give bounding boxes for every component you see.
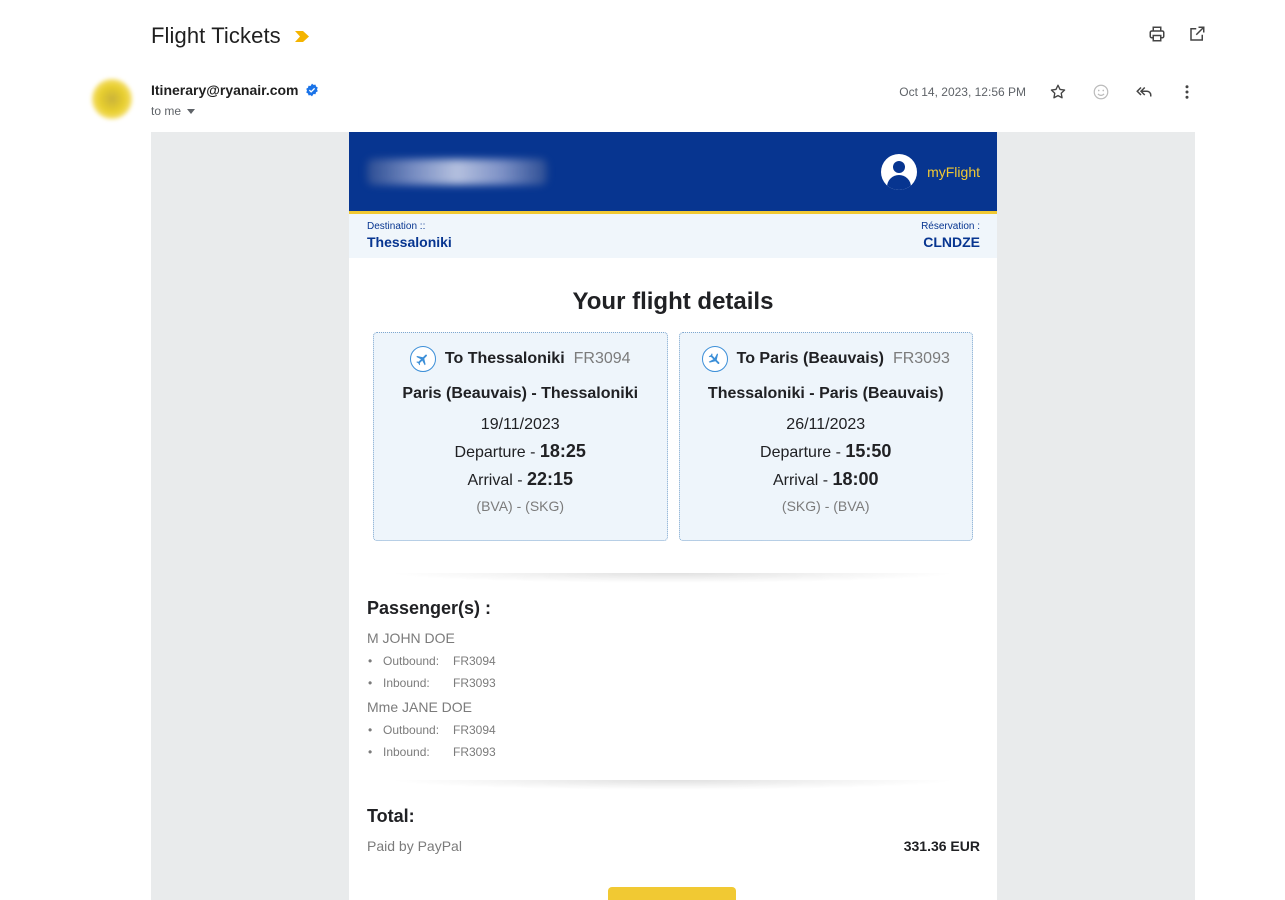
- ryanair-logo: [367, 158, 547, 185]
- message-date: Oct 14, 2023, 12:56 PM: [899, 85, 1026, 99]
- ryanair-email-card: myFlight Destination :: Thessaloniki Rés…: [349, 132, 997, 900]
- recipient-details[interactable]: to me: [151, 104, 319, 118]
- sender-block: Itinerary@ryanair.com to me: [151, 82, 319, 118]
- passenger-segment: • Inbound: FR3093: [368, 676, 496, 690]
- reservation-code: CLNDZE: [923, 234, 980, 250]
- email-subject: Flight Tickets: [151, 23, 281, 48]
- message-meta: Oct 14, 2023, 12:56 PM: [899, 80, 1197, 104]
- section-divider: [388, 573, 958, 583]
- airport-codes: (SKG) - (BVA): [781, 498, 870, 514]
- flight-destination: To Paris (Beauvais): [736, 350, 884, 367]
- sender-avatar[interactable]: [92, 79, 132, 119]
- passengers-section: Passenger(s) : M JOHN DOE • Outbound: FR30…: [349, 598, 997, 759]
- segment-flight: FR3093: [453, 745, 496, 759]
- segment-label: Outbound:: [383, 654, 440, 668]
- segment-flight: FR3093: [453, 676, 496, 690]
- passenger-name: Mme JANE DOE: [367, 699, 473, 715]
- emoji-icon[interactable]: [1091, 82, 1111, 102]
- arrival-time: 22:15: [527, 469, 574, 489]
- flight-destination: To Thessaloniki: [444, 350, 565, 367]
- flight-route: Paris (Beauvais) - Thessaloniki: [402, 385, 639, 402]
- segment-label: Inbound:: [383, 745, 430, 759]
- arrival-time-row: Arrival - 22:15: [374, 469, 667, 490]
- passenger-name: M JOHN DOE: [367, 630, 455, 646]
- airplane-icon: [701, 346, 728, 372]
- departure-time-row: Departure - 18:25: [374, 441, 667, 462]
- passenger-segment: • Outbound: FR3094: [368, 654, 496, 668]
- more-vert-icon[interactable]: [1177, 82, 1197, 102]
- chevron-down-icon[interactable]: [187, 108, 196, 114]
- departure-time-row: Departure - 15:50: [680, 441, 973, 462]
- passenger-segment: • Outbound: FR3094: [368, 723, 496, 737]
- flight-date: 26/11/2023: [786, 416, 866, 433]
- myflight-link[interactable]: myFlight: [881, 153, 980, 190]
- myflight-label: myFlight: [927, 163, 980, 180]
- departure-time: 18:25: [539, 441, 586, 461]
- departure-label: Departure -: [454, 444, 540, 461]
- reservation-label: Réservation :: [921, 221, 980, 232]
- thread-actions: [1147, 24, 1207, 44]
- destination-value: Thessaloniki: [367, 234, 452, 250]
- arrival-time: 18:00: [832, 469, 879, 489]
- reservation-bar: Destination :: Thessaloniki Réservation …: [349, 214, 997, 258]
- flight-card-inbound: To Paris (Beauvais) FR3093 Thessaloniki …: [678, 332, 973, 541]
- open-in-new-window-icon[interactable]: [1187, 24, 1207, 44]
- passengers-title: Passenger(s) :: [367, 598, 492, 618]
- total-section: Total: Paid by PayPal 331.36 EUR: [349, 806, 997, 854]
- sender-email[interactable]: Itinerary@ryanair.com: [151, 82, 299, 98]
- passenger-segment: • Inbound: FR3093: [368, 745, 496, 759]
- section-divider: [388, 780, 958, 790]
- airplane-icon: [409, 346, 436, 372]
- segment-flight: FR3094: [453, 723, 496, 737]
- recipient-label: to me: [151, 104, 182, 118]
- arrival-label: Arrival -: [467, 472, 527, 489]
- ryanair-header: myFlight: [349, 132, 997, 214]
- segment-flight: FR3094: [453, 654, 496, 668]
- departure-label: Departure -: [760, 444, 846, 461]
- segment-label: Inbound:: [383, 676, 430, 690]
- departure-time: 15:50: [845, 441, 892, 461]
- star-icon[interactable]: [1048, 82, 1068, 102]
- arrival-time-row: Arrival - 18:00: [680, 469, 973, 490]
- arrival-label: Arrival -: [772, 472, 833, 489]
- flight-number: FR3094: [573, 350, 631, 367]
- action-button[interactable]: [608, 887, 736, 900]
- print-icon[interactable]: [1147, 24, 1167, 44]
- verified-badge-icon: [305, 83, 318, 97]
- flight-route: Thessaloniki - Paris (Beauvais): [707, 385, 944, 402]
- flight-cards: To Thessaloniki FR3094 Paris (Beauvais) …: [349, 332, 997, 541]
- segment-label: Outbound:: [383, 723, 440, 737]
- flight-number: FR3093: [892, 350, 950, 367]
- payment-method: Paid by PayPal: [367, 838, 462, 854]
- flight-details-title: Your flight details: [572, 288, 774, 315]
- flight-card-outbound: To Thessaloniki FR3094 Paris (Beauvais) …: [373, 332, 668, 541]
- importance-marker-icon[interactable]: [294, 30, 309, 42]
- flight-date: 19/11/2023: [480, 416, 560, 433]
- destination-label: Destination ::: [367, 221, 426, 232]
- total-amount: 331.36 EUR: [903, 838, 980, 854]
- reply-all-icon[interactable]: [1134, 82, 1154, 102]
- total-title: Total:: [367, 806, 415, 826]
- airport-codes: (BVA) - (SKG): [476, 498, 565, 514]
- user-icon: [881, 153, 918, 190]
- email-body: myFlight Destination :: Thessaloniki Rés…: [151, 132, 1195, 900]
- subject-row: Flight Tickets: [151, 20, 309, 52]
